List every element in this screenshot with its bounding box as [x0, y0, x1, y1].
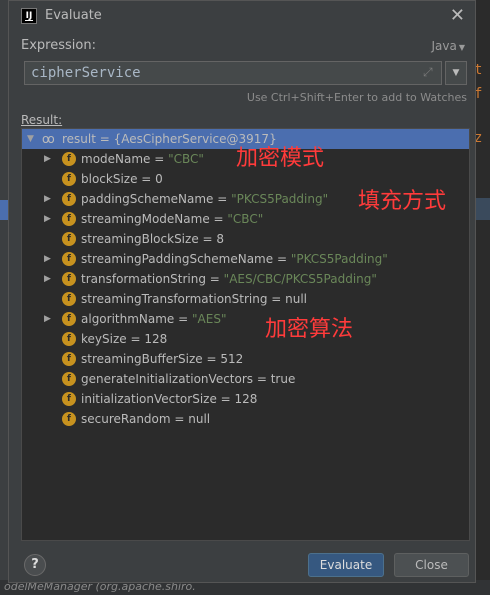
- tree-row[interactable]: ▶ f algorithmName = "AES": [22, 309, 469, 329]
- field-icon: f: [62, 252, 76, 266]
- evaluate-dialog: IJ Evaluate ✕ Expression: Java▼ ⤢ ▼ Use …: [8, 0, 476, 583]
- field-name: streamingBlockSize: [81, 232, 199, 246]
- expand-icon[interactable]: ⤢: [423, 66, 435, 78]
- help-button[interactable]: ?: [24, 554, 46, 576]
- language-selector[interactable]: Java ▼: [431, 39, 465, 53]
- expression-field[interactable]: ⤢: [24, 61, 442, 85]
- expand-arrow-right-icon[interactable]: ▶: [44, 269, 51, 289]
- field-name: streamingPaddingSchemeName: [81, 252, 274, 266]
- intellij-app-icon: IJ: [21, 8, 37, 24]
- chevron-down-icon: ▼: [458, 43, 465, 52]
- ide-left-gutter: [0, 0, 8, 595]
- field-icon: f: [62, 412, 76, 426]
- field-icon: f: [62, 312, 76, 326]
- watch-glasses-icon: oo: [42, 132, 55, 146]
- field-name: keySize: [81, 332, 127, 346]
- field-value: 128: [144, 332, 168, 346]
- field-name: paddingSchemeName: [81, 192, 214, 206]
- field-icon: f: [62, 352, 76, 366]
- field-name: generateInitializationVectors: [81, 372, 254, 386]
- dialog-title: Evaluate: [45, 8, 102, 23]
- field-icon: f: [62, 212, 76, 226]
- field-value: "PKCS5Padding": [290, 252, 388, 266]
- chevron-down-icon: ▼: [452, 68, 460, 78]
- ide-left-highlight: [0, 200, 8, 220]
- tree-row[interactable]: ▶ f streamingPaddingSchemeName = "PKCS5Pad…: [22, 249, 469, 269]
- expand-arrow-right-icon[interactable]: ▶: [44, 209, 51, 229]
- field-icon: f: [62, 172, 76, 186]
- expression-input[interactable]: [25, 62, 415, 84]
- field-icon: f: [62, 372, 76, 386]
- watches-hint: Use Ctrl+Shift+Enter to add to Watches: [246, 91, 467, 104]
- field-name: transformationString: [81, 272, 206, 286]
- expand-arrow-right-icon[interactable]: ▶: [44, 309, 51, 329]
- expand-arrow-down-icon[interactable]: ▼: [27, 129, 34, 149]
- language-label: Java: [431, 39, 457, 53]
- field-name: algorithmName: [81, 312, 175, 326]
- close-button[interactable]: Close: [394, 553, 469, 577]
- tree-row[interactable]: f streamingBlockSize = 8: [22, 229, 469, 249]
- field-value: null: [188, 412, 211, 426]
- annotation-mode: 加密模式: [236, 146, 325, 171]
- field-icon: f: [62, 192, 76, 206]
- field-name: streamingTransformationString: [81, 292, 268, 306]
- annotation-algorithm: 加密算法: [265, 317, 354, 342]
- tree-row[interactable]: ▶ f transformationString = "AES/CBC/PKCS5P…: [22, 269, 469, 289]
- close-icon[interactable]: ✕: [450, 5, 465, 26]
- evaluate-button[interactable]: Evaluate: [308, 553, 384, 577]
- tree-row[interactable]: f secureRandom = null: [22, 409, 469, 429]
- field-name: initializationVectorSize: [81, 392, 217, 406]
- field-icon: f: [62, 272, 76, 286]
- tree-row[interactable]: f generateInitializationVectors = true: [22, 369, 469, 389]
- root-name: result: [62, 132, 96, 146]
- field-value: "CBC": [168, 152, 204, 166]
- field-value: "CBC": [227, 212, 264, 226]
- field-name: streamingModeName: [81, 212, 210, 226]
- annotation-padding: 填充方式: [358, 189, 447, 214]
- field-icon: f: [62, 232, 76, 246]
- field-value: null: [285, 292, 308, 306]
- expand-arrow-right-icon[interactable]: ▶: [44, 249, 51, 269]
- field-name: secureRandom: [81, 412, 171, 426]
- field-value: "AES": [192, 312, 227, 326]
- dialog-titlebar: IJ Evaluate ✕: [9, 1, 475, 31]
- expression-history-dropdown[interactable]: ▼: [445, 61, 467, 85]
- tree-row[interactable]: f initializationVectorSize = 128: [22, 389, 469, 409]
- field-value: true: [270, 372, 296, 386]
- field-value: "AES/CBC/PKCS5Padding": [223, 272, 377, 286]
- field-icon: f: [62, 392, 76, 406]
- field-value: "PKCS5Padding": [231, 192, 329, 206]
- result-label: Result:: [21, 113, 63, 127]
- field-name: blockSize: [81, 172, 138, 186]
- field-icon: f: [62, 152, 76, 166]
- tree-row[interactable]: f keySize = 128: [22, 329, 469, 349]
- field-value: 128: [234, 392, 258, 406]
- field-value: 0: [155, 172, 163, 186]
- field-value: 8: [216, 232, 225, 246]
- expression-label: Expression:: [21, 38, 96, 53]
- field-name: streamingBufferSize: [81, 352, 203, 366]
- tree-row[interactable]: f streamingBufferSize = 512: [22, 349, 469, 369]
- field-value: 512: [220, 352, 244, 366]
- field-name: modeName: [81, 152, 151, 166]
- tree-row[interactable]: f streamingTransformationString = null: [22, 289, 469, 309]
- expand-arrow-right-icon[interactable]: ▶: [44, 149, 51, 169]
- field-icon: f: [62, 332, 76, 346]
- field-icon: f: [62, 292, 76, 306]
- expand-arrow-right-icon[interactable]: ▶: [44, 189, 51, 209]
